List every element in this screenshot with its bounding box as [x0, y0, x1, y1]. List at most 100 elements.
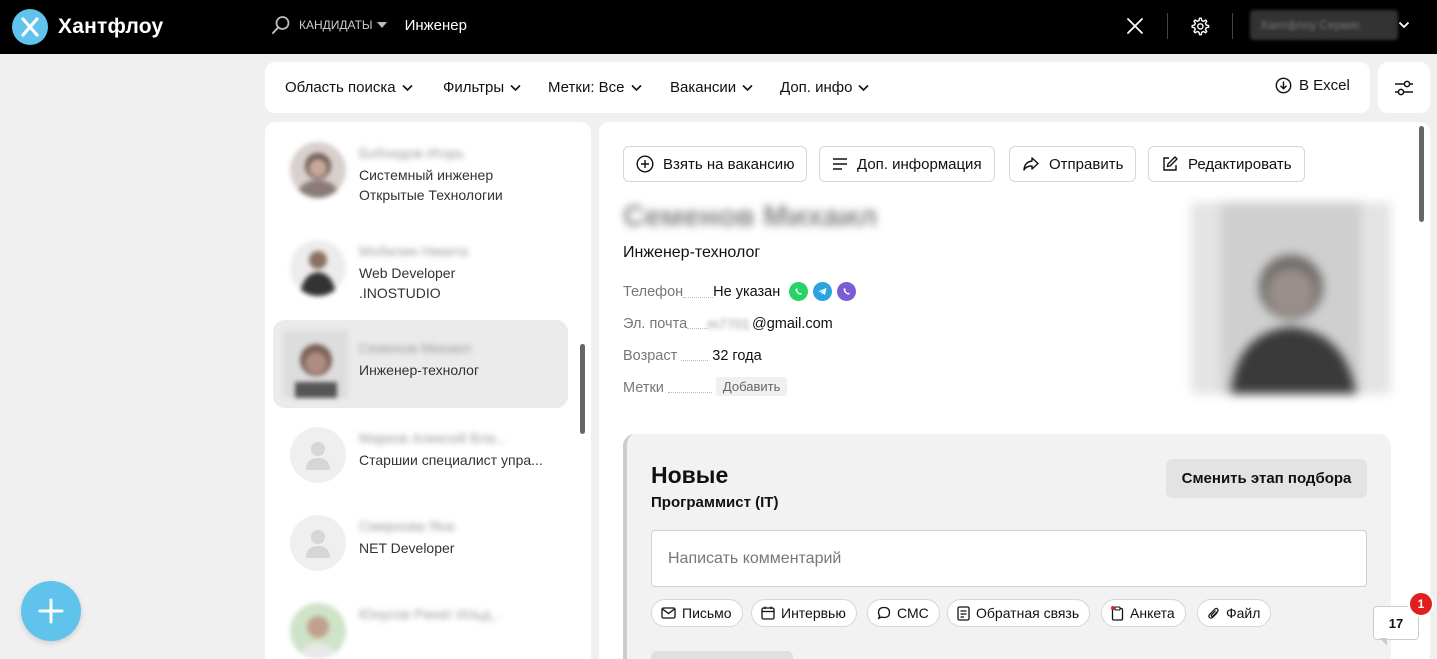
change-stage-button[interactable]: Сменить этап подбора [1166, 459, 1367, 498]
chip-label: Интервью [781, 605, 846, 621]
edit-button[interactable]: Редактировать [1148, 146, 1305, 182]
avatar [290, 240, 346, 296]
close-icon[interactable] [1125, 16, 1145, 36]
filter-tags[interactable]: Метки: Все [548, 79, 642, 96]
phone-value: Не указан [713, 283, 781, 300]
button-label: Доп. информация [857, 155, 982, 173]
notification-badge: 1 [1408, 591, 1434, 617]
filter-label: Область поиска [285, 79, 396, 96]
search-scope-select[interactable]: КАНДИДАТЫ [299, 18, 373, 32]
filter-filters[interactable]: Фильтры [443, 79, 521, 96]
candidate-name: Семенов Михаил [359, 340, 472, 356]
field-label: Возраст [623, 348, 678, 364]
chip-file[interactable]: Файл [1197, 599, 1272, 627]
chevron-down-icon [858, 84, 870, 91]
search-bar[interactable]: КАНДИДАТЫ Инженер [271, 13, 467, 37]
edit-icon [1163, 156, 1178, 171]
avatar-placeholder [290, 427, 346, 483]
detail-scrollbar[interactable] [1419, 126, 1424, 222]
chevron-down-icon [742, 84, 753, 91]
recruitment-stage-card: Новые Программист (IT) Сменить этап подб… [623, 434, 1391, 659]
chip-questionnaire[interactable]: Анкета [1101, 599, 1186, 627]
download-icon [1275, 77, 1292, 94]
button-label: Взять на вакансию [663, 155, 795, 173]
export-excel-button[interactable]: В Excel [1275, 77, 1350, 94]
viber-icon[interactable] [837, 282, 857, 301]
candidate-title: Web Developer [359, 265, 456, 281]
avatar [290, 603, 346, 659]
chat-bubble-icon [877, 606, 891, 620]
tags-field: Метки Добавить [623, 376, 788, 396]
user-menu[interactable]: Хантфлоу Сервис [1250, 10, 1398, 40]
age-value: 32 года [712, 348, 762, 364]
candidate-list-item[interactable]: Марков Алексей Вла... Старшии специалист… [273, 410, 568, 498]
top-bar: Хантфлоу КАНДИДАТЫ Инженер Хантфлоу Серв… [0, 0, 1437, 54]
add-tag-button[interactable]: Добавить [715, 376, 788, 396]
candidate-list-item[interactable]: Юнусов Ринат Ильд... [273, 586, 568, 659]
divider [1167, 13, 1168, 39]
candidate-title: Системный инженер [359, 167, 494, 183]
filter-bar: Область поиска Фильтры Метки: Все Ваканс… [265, 62, 1370, 113]
dotted-leader [687, 328, 708, 329]
candidate-list-item[interactable]: Бобоедов Игорь Системный инженер Открыты… [273, 125, 568, 213]
gear-icon[interactable] [1189, 16, 1210, 37]
user-icon [306, 442, 330, 470]
candidate-list-item-selected[interactable]: Семенов Михаил Инженер-технолог [273, 320, 568, 408]
view-settings-button[interactable] [1378, 62, 1430, 113]
candidate-list-item[interactable]: Мобилин Никита Web Developer .INOSTUDIO [273, 223, 568, 311]
chevron-down-icon [402, 84, 413, 91]
candidate-name: Бобоедов Игорь [359, 145, 465, 161]
chat-count: 17 [1388, 615, 1404, 631]
telegram-icon[interactable] [813, 282, 833, 301]
field-label: Телефон [623, 283, 684, 300]
field-label: Метки [623, 380, 664, 396]
candidate-list-item[interactable]: Смирнова Яна NET Developer [273, 498, 568, 586]
chip-interview[interactable]: Интервью [751, 599, 857, 627]
chevron-down-icon [510, 84, 521, 91]
chevron-down-icon[interactable] [1398, 20, 1410, 30]
chip-sms[interactable]: СМС [867, 599, 940, 627]
chip-label: СМС [897, 605, 929, 621]
search-icon [272, 16, 290, 34]
list-scrollbar[interactable] [580, 344, 585, 434]
calendar-icon [761, 606, 775, 620]
candidate-list[interactable]: Бобоедов Игорь Системный инженер Открыты… [265, 122, 591, 659]
chip-letter[interactable]: Письмо [651, 599, 743, 627]
clipboard-icon [1111, 605, 1124, 621]
candidate-name: Марков Алексей Вла... [359, 430, 507, 446]
comment-input[interactable] [651, 530, 1367, 587]
app-logo[interactable]: Хантфлоу [12, 9, 163, 45]
field-label: Эл. почта [623, 316, 688, 332]
age-field: Возраст 32 года [623, 348, 762, 364]
stage-vacancy[interactable]: Программист (IT) [651, 494, 778, 511]
plus-icon [38, 598, 64, 624]
next-section-placeholder [651, 651, 793, 659]
filter-search-scope[interactable]: Область поиска [285, 79, 413, 96]
candidate-name: Мобилин Никита [359, 243, 468, 259]
filter-label: Вакансии [670, 79, 737, 96]
filter-extra-info[interactable]: Доп. инфо [780, 79, 870, 96]
candidate-company: Открытые Технологии [359, 187, 503, 203]
extra-info-button[interactable]: Доп. информация [819, 146, 995, 182]
take-to-vacancy-button[interactable]: Взять на вакансию [623, 146, 808, 182]
logo-x-icon [12, 9, 48, 45]
mail-icon [661, 607, 676, 619]
paperclip-icon [1208, 607, 1219, 619]
email-domain[interactable]: @gmail.com [752, 316, 833, 332]
chevron-down-icon [630, 84, 642, 91]
export-label: В Excel [1299, 77, 1350, 94]
candidate-name: Юнусов Ринат Ильд... [359, 606, 503, 622]
chip-feedback[interactable]: Обратная связь [947, 599, 1091, 627]
search-input[interactable]: Инженер [405, 17, 467, 34]
lines-icon [833, 158, 847, 170]
whatsapp-icon[interactable] [789, 282, 809, 301]
candidate-photo[interactable] [1191, 202, 1391, 394]
dotted-leader [667, 392, 712, 393]
filter-label: Доп. инфо [780, 79, 853, 96]
chip-label: Обратная связь [976, 605, 1080, 621]
candidate-company: .INOSTUDIO [359, 285, 441, 301]
filter-vacancies[interactable]: Вакансии [670, 79, 753, 96]
add-candidate-button[interactable] [21, 581, 81, 641]
dotted-leader [681, 360, 709, 361]
send-button[interactable]: Отправить [1009, 146, 1137, 182]
